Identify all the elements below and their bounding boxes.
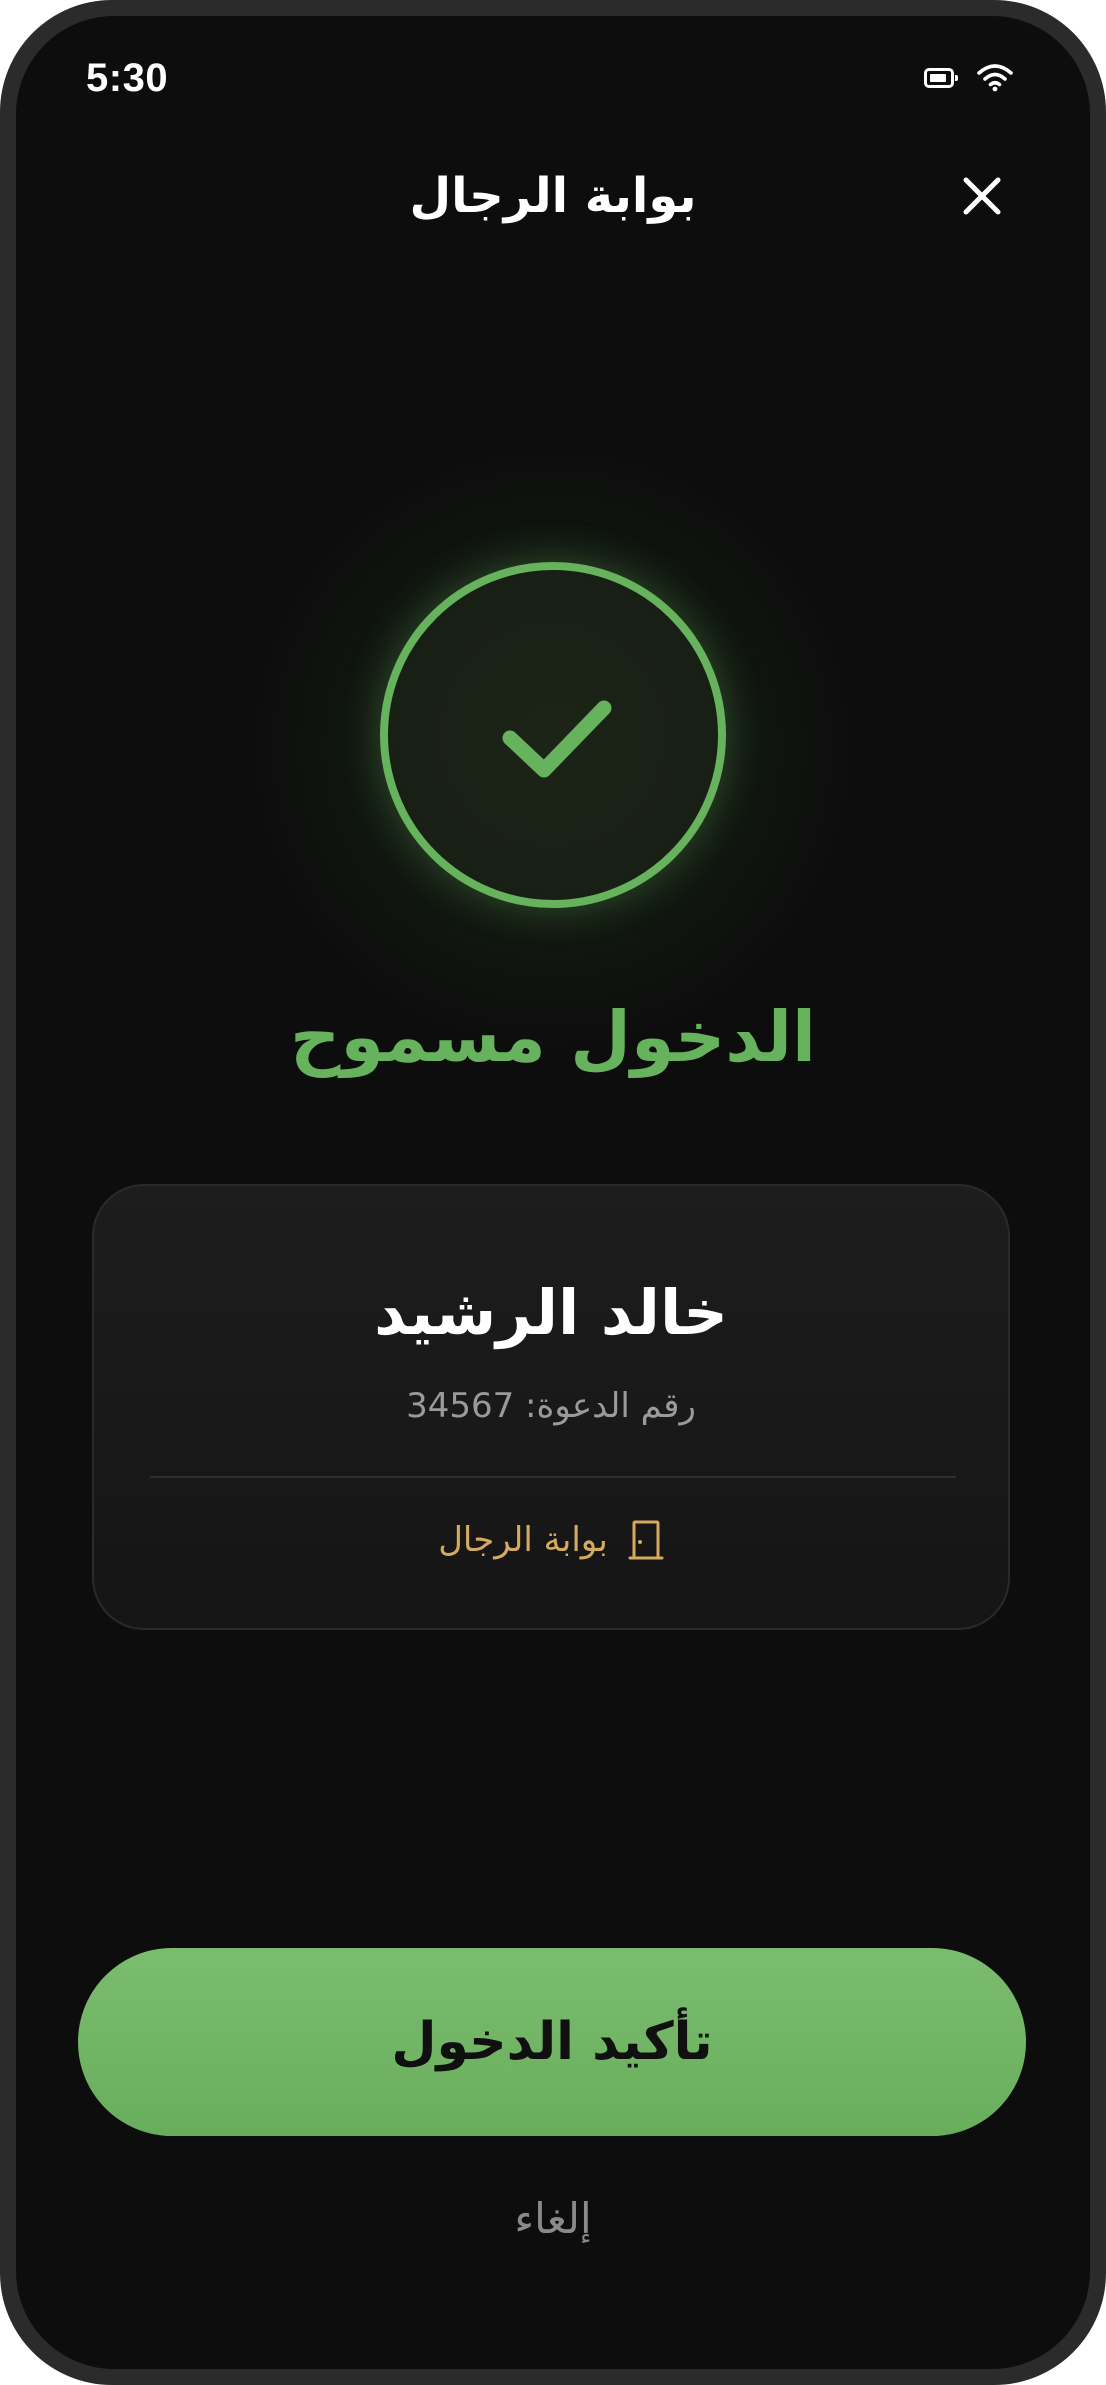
cancel-button[interactable]: إلغاء [16, 2194, 1090, 2243]
battery-icon [924, 68, 958, 88]
page-title: بوابة الرجال [409, 168, 697, 224]
guest-card: خالد الرشيد رقم الدعوة: 34567 بوابة الرج… [92, 1184, 1010, 1630]
card-divider [150, 1476, 956, 1478]
gate-name: بوابة الرجال [438, 1520, 608, 1560]
door-icon [628, 1520, 664, 1560]
gate-row: بوابة الرجال [94, 1518, 1008, 1562]
wifi-icon [977, 64, 1013, 92]
access-status-title: الدخول مسموح [290, 996, 816, 1078]
check-icon [502, 700, 612, 778]
invite-number: 34567 [406, 1386, 515, 1426]
invite-label: رقم الدعوة: [525, 1386, 696, 1426]
guest-name: خالد الرشيد [374, 1276, 728, 1349]
device-frame: 5:30 بوابة الرجال الدخول مسموح خالد الرش… [0, 0, 1106, 2385]
invite-row: رقم الدعوة: 34567 [94, 1386, 1008, 1426]
screen: 5:30 بوابة الرجال الدخول مسموح خالد الرش… [16, 16, 1090, 2369]
status-time: 5:30 [86, 56, 169, 100]
close-icon[interactable] [952, 166, 1012, 226]
confirm-entry-button[interactable]: تأكيد الدخول [78, 1948, 1026, 2136]
